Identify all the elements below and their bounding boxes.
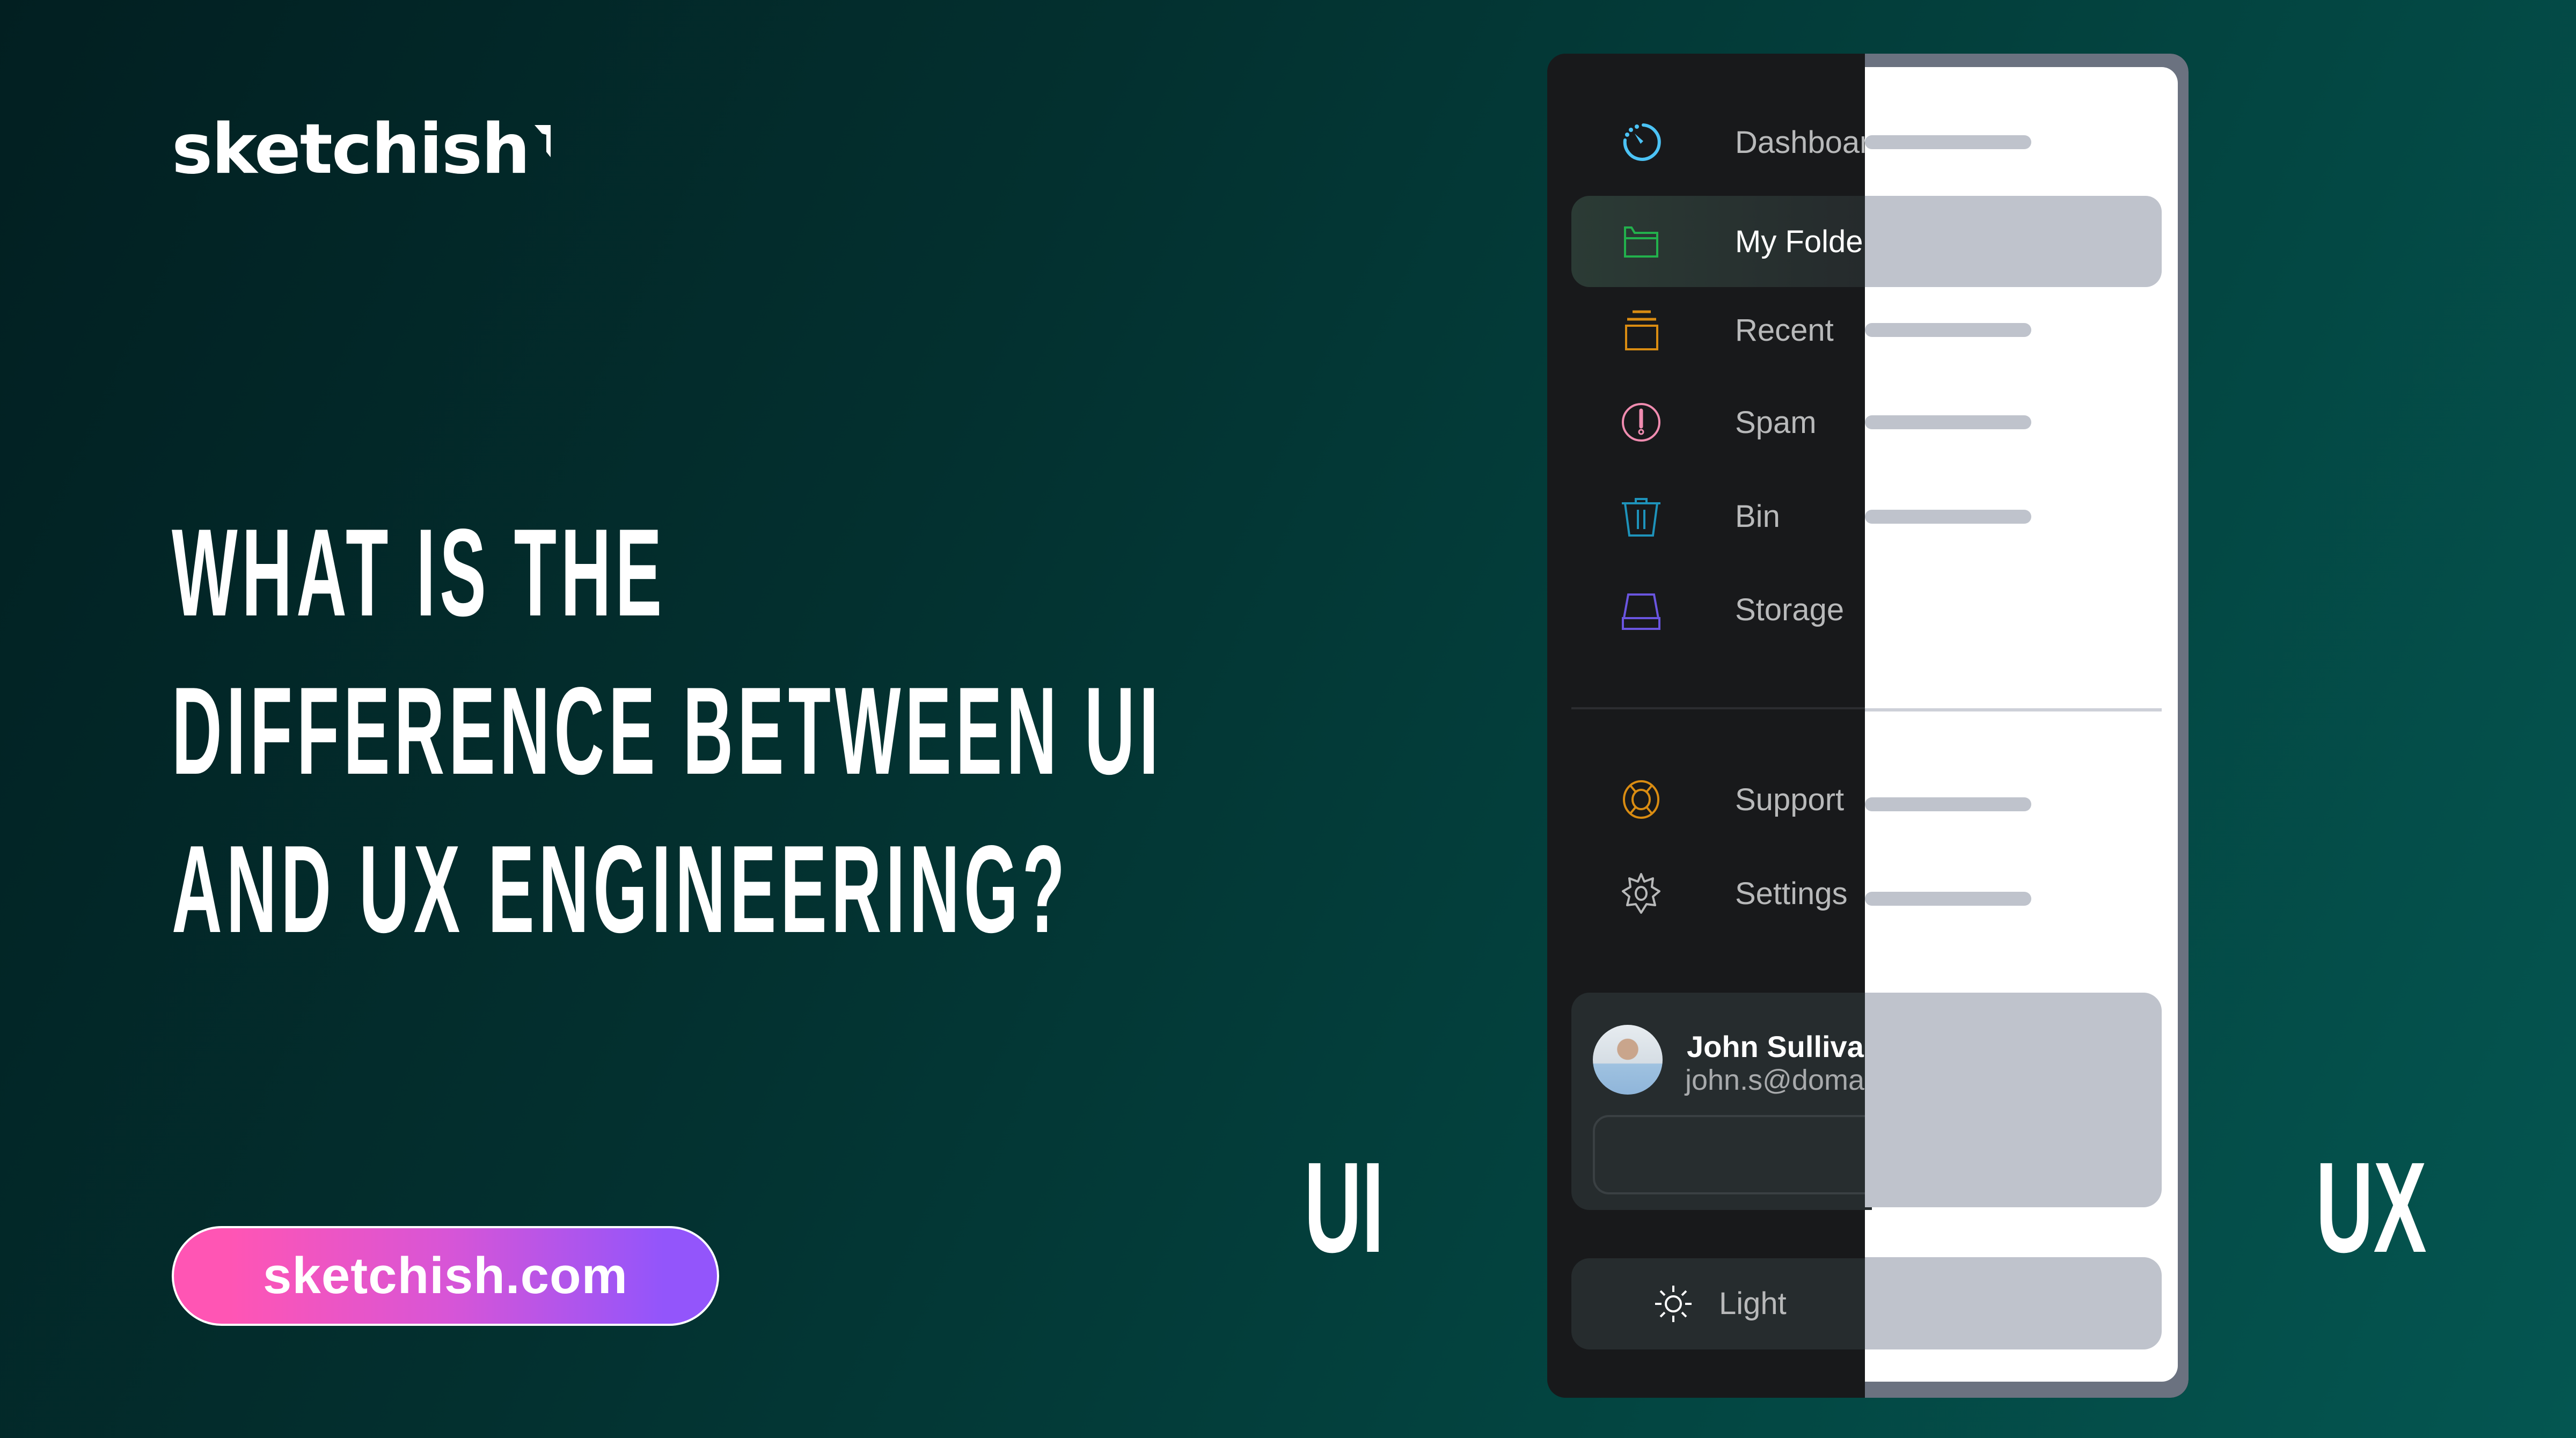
sidebar-item-my-folder[interactable]: My Folder [1571, 212, 1865, 271]
user-name: John Sulliva [1687, 1030, 1864, 1063]
wireframe-bar-support [1865, 797, 2031, 811]
sidebar-item-settings[interactable]: Settings [1571, 864, 1865, 923]
alert-circle-icon [1620, 401, 1663, 444]
theme-toggle-label: Light [1719, 1286, 1787, 1321]
sidebar-item-label: Dashboard [1735, 124, 1865, 160]
wireframe-bar-settings [1865, 892, 2031, 906]
user-card-input[interactable] [1593, 1115, 1865, 1194]
sun-icon [1655, 1286, 1692, 1322]
wireframe-user-card [1865, 993, 2162, 1207]
ui-label: UI [1304, 1135, 1384, 1279]
active-item-placeholder [1865, 196, 2162, 287]
wireframe-bar-bin [1865, 510, 2031, 524]
sidebar-item-dashboard[interactable]: Dashboard [1571, 113, 1865, 172]
wireframe-divider [1865, 708, 2162, 711]
sketchish-logo: sketchish [172, 115, 551, 184]
sidebar-comparison-panel: Dashboard My Folder Recent Spam Bin [1547, 54, 2189, 1398]
headline-line-2: DIFFERENCE BETWEEN UI [172, 662, 1163, 801]
page-headline: WHAT IS THE DIFFERENCE BETWEEN UI AND UX… [172, 494, 1352, 969]
headline-line-3: AND UX ENGINEERING? [172, 820, 1070, 959]
user-avatar [1593, 1025, 1663, 1095]
sidebar-item-label: Support [1735, 782, 1845, 817]
logo-text: sketchish [172, 109, 530, 189]
sidebar-item-storage[interactable]: Storage [1571, 580, 1865, 639]
sidebar-item-label: My Folder [1735, 224, 1865, 259]
sidebar-item-label: Recent [1735, 312, 1834, 348]
ui-sidebar: Dashboard My Folder Recent Spam Bin [1547, 54, 1865, 1398]
trash-icon [1620, 495, 1663, 538]
wireframe-theme-toggle [1865, 1257, 2162, 1349]
sidebar-item-spam[interactable]: Spam [1571, 393, 1865, 452]
sidebar-item-support[interactable]: Support [1571, 770, 1865, 829]
sidebar-item-label: Settings [1735, 876, 1848, 911]
wireframe-bar-spam [1865, 415, 2031, 429]
sidebar-item-label: Storage [1735, 592, 1845, 627]
gear-icon [1620, 872, 1663, 915]
user-email: john.s@doma [1685, 1064, 1864, 1096]
folder-icon [1620, 220, 1663, 263]
sidebar-item-bin[interactable]: Bin [1571, 487, 1865, 546]
lifebuoy-icon [1620, 778, 1663, 821]
recent-stack-icon [1620, 309, 1663, 351]
wireframe-bar-dashboard [1865, 135, 2031, 149]
ux-label: UX [2316, 1135, 2427, 1279]
sidebar-item-label: Bin [1735, 498, 1780, 534]
logo-arrow-icon [535, 125, 551, 157]
sidebar-item-recent[interactable]: Recent [1571, 300, 1865, 360]
website-link-label: sketchish.com [263, 1247, 628, 1304]
website-link-button[interactable]: sketchish.com [172, 1226, 719, 1326]
wireframe-bar-recent [1865, 323, 2031, 337]
storage-drive-icon [1620, 588, 1663, 631]
dashboard-gauge-icon [1620, 121, 1663, 164]
sidebar-item-label: Spam [1735, 405, 1817, 440]
headline-line-1: WHAT IS THE [172, 503, 667, 642]
